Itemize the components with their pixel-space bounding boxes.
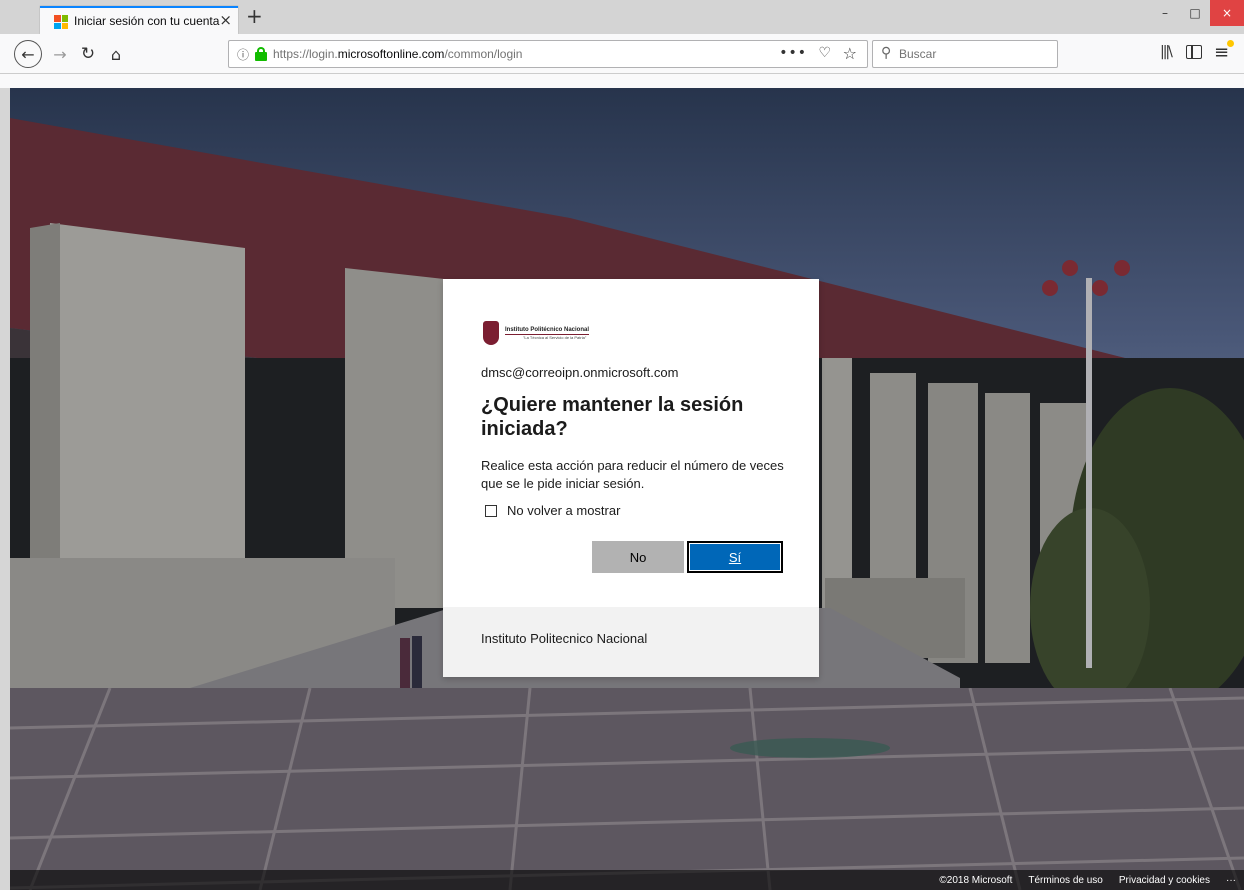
tab-active[interactable]: Iniciar sesión con tu cuenta ×	[40, 6, 238, 34]
toolbar-spacer	[0, 74, 1244, 88]
logo-motto: "La Técnica al Servicio de la Patria"	[523, 334, 587, 340]
pocket-icon[interactable]: ♡	[818, 45, 831, 61]
menu-icon[interactable]: ≡	[1214, 40, 1235, 63]
privacy-link[interactable]: Privacidad y cookies	[1119, 875, 1210, 886]
page-actions-icon[interactable]: •••	[779, 45, 807, 61]
dont-show-again-checkbox[interactable]: No volver a mostrar	[485, 503, 620, 518]
checkbox-label: No volver a mostrar	[507, 503, 621, 518]
home-button[interactable]: ⌂	[104, 40, 128, 68]
dialog-footer: Instituto Politecnico Nacional	[443, 607, 819, 677]
back-button[interactable]: ←	[14, 40, 42, 68]
search-placeholder: Buscar	[899, 47, 937, 61]
search-icon: ⚲	[881, 45, 892, 61]
plaza-pattern	[10, 688, 1244, 890]
window-controls: – □ ×	[1150, 0, 1244, 26]
yes-button[interactable]: Sí	[687, 541, 783, 573]
tab-strip: Iniciar sesión con tu cuenta × + – □ ×	[0, 0, 1244, 34]
new-tab-button[interactable]: +	[246, 4, 263, 28]
copyright-text: ©2018 Microsoft	[939, 874, 1013, 886]
page-content: Instituto Politécnico Nacional "La Técni…	[10, 88, 1244, 890]
bookmark-star-icon[interactable]: ☆	[843, 44, 857, 63]
microsoft-logo-icon	[54, 15, 68, 29]
logo-org-name: Instituto Politécnico Nacional	[505, 326, 590, 335]
dialog-heading: ¿Quiere mantener la sesión iniciada?	[481, 394, 744, 440]
ipn-emblem-icon	[483, 321, 499, 345]
forward-button[interactable]: →	[48, 40, 72, 68]
navigation-toolbar: ← → ↻ ⌂ ⓘ https://login.microsoftonline.…	[0, 34, 1244, 74]
reload-button[interactable]: ↻	[76, 40, 100, 68]
sidebar-icon[interactable]	[1186, 45, 1202, 59]
forward-arrow-icon: →	[53, 44, 67, 64]
terms-link[interactable]: Términos de uso	[1028, 875, 1102, 886]
library-icon[interactable]: |||\	[1160, 44, 1173, 60]
page-footer: ©2018 Microsoft Términos de uso Privacid…	[10, 870, 1244, 890]
home-icon: ⌂	[110, 44, 122, 64]
no-button[interactable]: No	[592, 541, 684, 573]
checkbox-box[interactable]	[485, 504, 497, 517]
info-icon[interactable]: ⓘ	[237, 46, 249, 63]
more-options-icon[interactable]: ···	[1226, 875, 1236, 886]
url-text[interactable]: https://login.microsoftonline.com/common…	[273, 47, 522, 61]
back-arrow-icon: ←	[21, 44, 35, 64]
organization-name: Instituto Politecnico Nacional	[481, 631, 648, 646]
close-window-button[interactable]: ×	[1210, 0, 1244, 26]
tab-title: Iniciar sesión con tu cuenta	[74, 14, 220, 28]
reload-icon: ↻	[80, 44, 96, 64]
dialog-description: Realice esta acción para reducir el núme…	[481, 458, 784, 491]
account-identity: dmsc@correoipn.onmicrosoft.com	[481, 365, 679, 380]
search-box[interactable]: ⚲ Buscar	[872, 40, 1058, 68]
kmsi-dialog: Instituto Politécnico Nacional "La Técni…	[443, 279, 819, 677]
tab-close-icon[interactable]: ×	[219, 11, 232, 29]
minimize-button[interactable]: –	[1150, 0, 1180, 26]
address-bar[interactable]: ⓘ https://login.microsoftonline.com/comm…	[228, 40, 868, 68]
lock-icon[interactable]	[255, 47, 267, 61]
maximize-button[interactable]: □	[1180, 0, 1210, 26]
organization-logo: Instituto Politécnico Nacional "La Técni…	[483, 319, 590, 347]
